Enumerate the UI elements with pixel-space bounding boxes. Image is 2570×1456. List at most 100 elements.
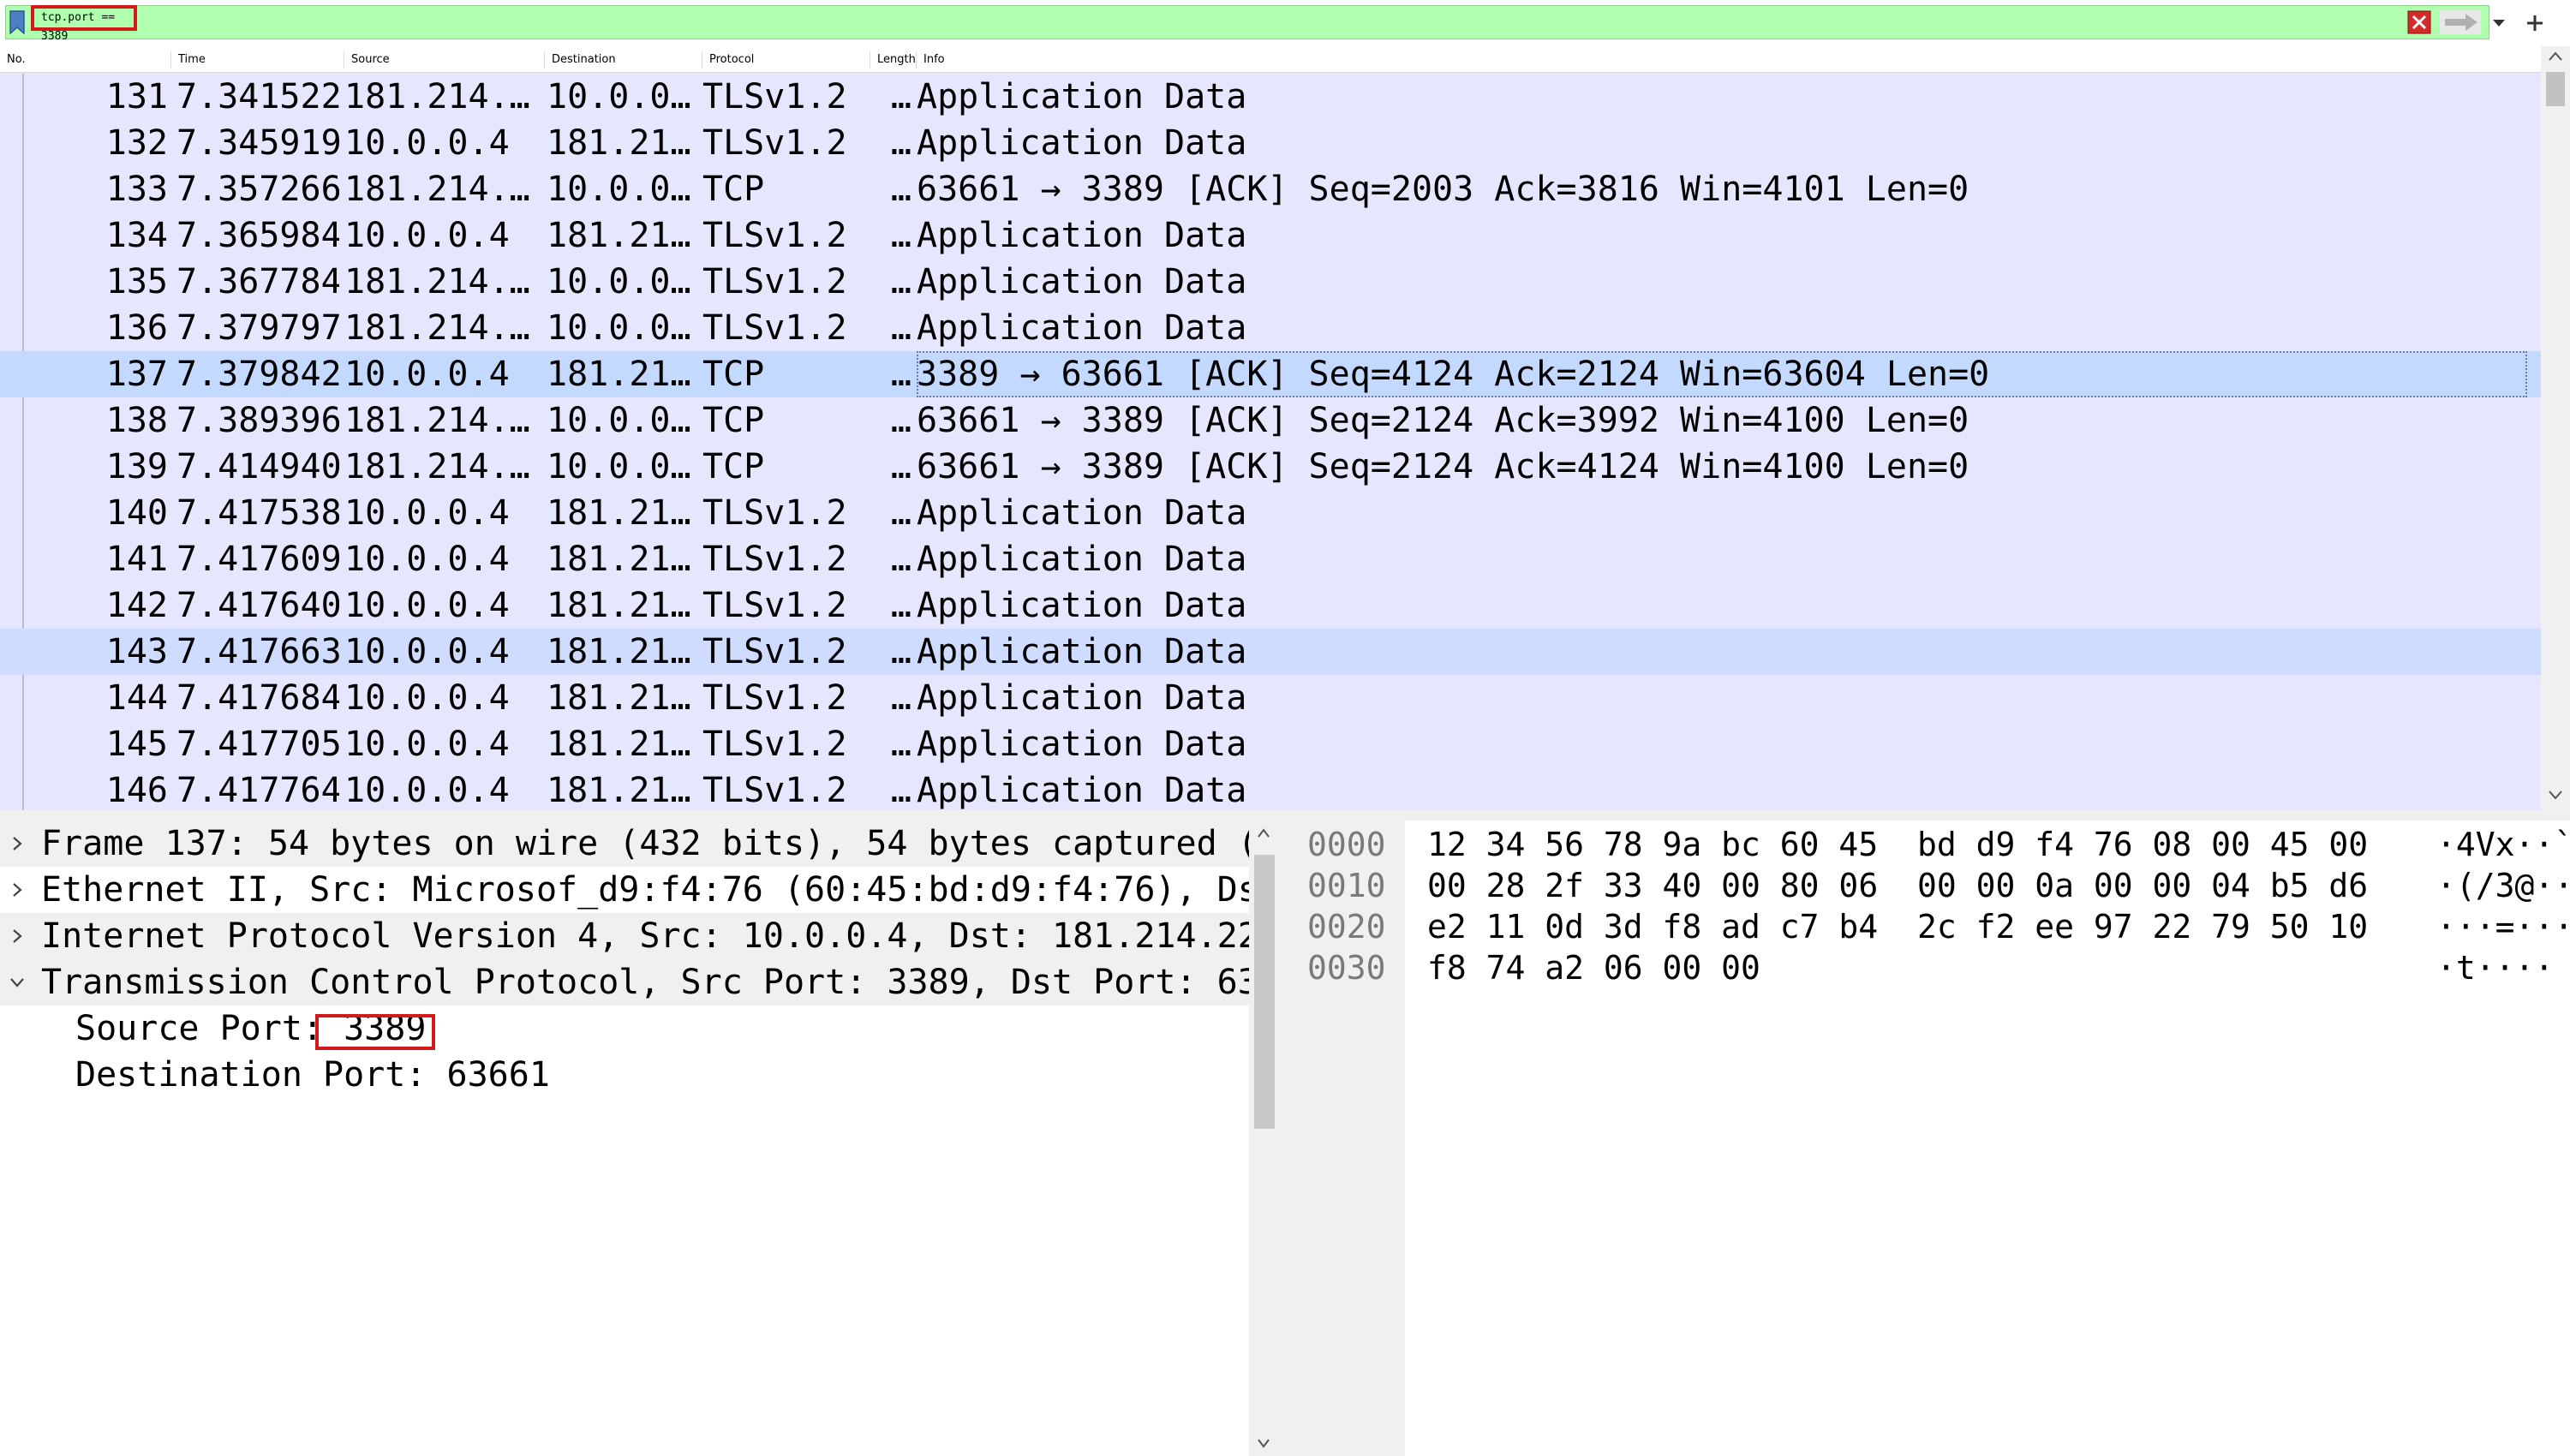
- packet-destination: 10.0.0…: [547, 262, 691, 301]
- packet-info: 63661 → 3389 [ACK] Seq=2003 Ack=3816 Win…: [917, 170, 1969, 209]
- pane-splitter-vertical[interactable]: [1278, 820, 1288, 1456]
- packet-no: 131: [105, 77, 168, 116]
- packet-source: 10.0.0.4: [344, 632, 510, 671]
- chevron-right-icon[interactable]: [9, 835, 26, 852]
- packet-row[interactable]: 146 7.417764 10.0.0.4 181.21… TLSv1.2 … …: [0, 767, 2541, 810]
- packet-length: …: [890, 262, 911, 301]
- packet-destination: 181.21…: [547, 216, 691, 255]
- hex-bytes[interactable]: 12 34 56 78 9a bc 60 45 bd d9 f4 76 08 0…: [1427, 824, 2368, 865]
- packet-length: …: [890, 401, 911, 440]
- packet-list-scroll-thumb[interactable]: [2546, 72, 2565, 106]
- column-header-time[interactable]: Time: [171, 51, 344, 69]
- packet-protocol: TCP: [702, 355, 765, 394]
- packet-no: 138: [105, 401, 168, 440]
- packet-list-scrollbar[interactable]: [2541, 46, 2570, 810]
- packet-row[interactable]: 144 7.417684 10.0.0.4 181.21… TLSv1.2 … …: [0, 675, 2541, 721]
- packet-length: …: [890, 355, 911, 394]
- packet-destination: 10.0.0…: [547, 401, 691, 440]
- packet-row[interactable]: 133 7.357266 181.214.… 10.0.0… TCP … 636…: [0, 166, 2541, 212]
- packet-no: 143: [105, 632, 168, 671]
- display-filter-text[interactable]: tcp.port == 3389: [31, 5, 137, 43]
- packet-row[interactable]: 140 7.417538 10.0.0.4 181.21… TLSv1.2 … …: [0, 490, 2541, 536]
- clear-x-icon[interactable]: [2407, 10, 2431, 34]
- ascii-bytes[interactable]: ·t····: [2436, 947, 2554, 988]
- tree-item-ethernet[interactable]: Ethernet II, Src: Microsof_d9:f4:76 (60:…: [0, 867, 1251, 913]
- packet-row[interactable]: 132 7.345919 10.0.0.4 181.21… TLSv1.2 … …: [0, 120, 2541, 166]
- ascii-bytes[interactable]: ···=···: [2436, 906, 2570, 947]
- packet-length: …: [890, 493, 911, 533]
- packet-source: 10.0.0.4: [344, 771, 510, 810]
- packet-row[interactable]: 134 7.365984 10.0.0.4 181.21… TLSv1.2 … …: [0, 212, 2541, 259]
- column-header-length[interactable]: Length: [870, 51, 917, 69]
- packet-no: 135: [105, 262, 168, 301]
- ascii-bytes[interactable]: ·(/3@··: [2436, 865, 2570, 906]
- column-header-destination[interactable]: Destination: [545, 51, 702, 69]
- packet-source: 10.0.0.4: [344, 586, 510, 625]
- packet-destination: 10.0.0…: [547, 170, 691, 209]
- packet-time: 7.341522: [176, 77, 339, 116]
- packet-source: 10.0.0.4: [344, 540, 510, 579]
- chevron-right-icon[interactable]: [9, 881, 26, 898]
- packet-row[interactable]: 139 7.414940 181.214.… 10.0.0… TCP … 636…: [0, 444, 2541, 490]
- packet-destination: 181.21…: [547, 586, 691, 625]
- packet-info: Application Data: [917, 725, 1247, 764]
- column-header-info[interactable]: Info: [917, 51, 2541, 69]
- scroll-up-icon[interactable]: [2548, 50, 2563, 63]
- chevron-down-icon[interactable]: [2488, 12, 2510, 34]
- ascii-bytes[interactable]: ·4Vx··`: [2436, 824, 2570, 865]
- packet-source: 10.0.0.4: [344, 725, 510, 764]
- plus-icon[interactable]: [2522, 10, 2548, 36]
- packet-time: 7.414940: [176, 447, 339, 486]
- packet-time: 7.357266: [176, 170, 339, 209]
- hex-bytes[interactable]: 00 28 2f 33 40 00 80 06 00 00 0a 00 00 0…: [1427, 865, 2368, 906]
- packet-no: 140: [105, 493, 168, 533]
- byte-offset: 0020: [1307, 908, 1386, 946]
- field-label: Destination Port:: [75, 1055, 427, 1095]
- apply-arrow-icon[interactable]: [2440, 10, 2481, 34]
- chevron-down-icon[interactable]: [9, 974, 26, 991]
- tree-item-frame[interactable]: Frame 137: 54 bytes on wire (432 bits), …: [0, 820, 1251, 867]
- scroll-down-icon[interactable]: [2548, 788, 2563, 802]
- packet-time: 7.417640: [176, 586, 339, 625]
- scroll-up-icon[interactable]: [1257, 827, 1270, 839]
- packet-protocol: TLSv1.2: [702, 308, 847, 348]
- packet-row-selected[interactable]: 137 7.379842 10.0.0.4 181.21… TCP … 3389…: [0, 351, 2541, 397]
- packet-time: 7.365984: [176, 216, 339, 255]
- packet-no: 132: [105, 123, 168, 163]
- tree-item-ipv4[interactable]: Internet Protocol Version 4, Src: 10.0.0…: [0, 913, 1251, 959]
- packet-source: 181.214.…: [344, 447, 530, 486]
- packet-row[interactable]: 141 7.417609 10.0.0.4 181.21… TLSv1.2 … …: [0, 536, 2541, 582]
- packet-info: 3389 → 63661 [ACK] Seq=4124 Ack=2124 Win…: [917, 351, 2527, 397]
- packet-row-hovered[interactable]: 143 7.417663 10.0.0.4 181.21… TLSv1.2 … …: [0, 629, 2541, 675]
- packet-list-pane: No. Time Source Destination Protocol Len…: [0, 46, 2570, 810]
- column-header-source[interactable]: Source: [344, 51, 545, 69]
- packet-protocol: TLSv1.2: [702, 725, 847, 764]
- packet-info: Application Data: [917, 632, 1247, 671]
- details-scrollbar[interactable]: [1249, 820, 1278, 1456]
- scroll-down-icon[interactable]: [1257, 1437, 1270, 1449]
- chevron-right-icon[interactable]: [9, 928, 26, 945]
- packet-time: 7.417538: [176, 493, 339, 533]
- packet-destination: 181.21…: [547, 355, 691, 394]
- column-header-no[interactable]: No.: [0, 51, 171, 69]
- tree-item-tcp[interactable]: Transmission Control Protocol, Src Port:…: [0, 959, 1251, 1005]
- packet-row[interactable]: 142 7.417640 10.0.0.4 181.21… TLSv1.2 … …: [0, 582, 2541, 629]
- details-scroll-thumb[interactable]: [1254, 855, 1275, 1129]
- tree-item-label: Transmission Control Protocol, Src Port:…: [41, 963, 1251, 1002]
- hex-bytes[interactable]: f8 74 a2 06 00 00: [1427, 947, 1760, 988]
- packet-no: 146: [105, 771, 168, 810]
- tree-item-destination-port[interactable]: Destination Port: 63661: [0, 1052, 1251, 1098]
- packet-length: …: [890, 123, 911, 163]
- hex-bytes[interactable]: e2 11 0d 3d f8 ad c7 b4 2c f2 ee 97 22 7…: [1427, 906, 2368, 947]
- packet-row[interactable]: 131 7.341522 181.214.… 10.0.0… TLSv1.2 ……: [0, 74, 2541, 120]
- packet-row[interactable]: 136 7.379797 181.214.… 10.0.0… TLSv1.2 ……: [0, 305, 2541, 351]
- packet-row[interactable]: 138 7.389396 181.214.… 10.0.0… TCP … 636…: [0, 397, 2541, 444]
- packet-row[interactable]: 145 7.417705 10.0.0.4 181.21… TLSv1.2 … …: [0, 721, 2541, 767]
- pane-splitter-horizontal[interactable]: [0, 810, 2570, 820]
- column-header-protocol[interactable]: Protocol: [702, 51, 870, 69]
- packet-row[interactable]: 135 7.367784 181.214.… 10.0.0… TLSv1.2 ……: [0, 259, 2541, 305]
- byte-offset: 0000: [1307, 826, 1386, 863]
- bookmark-icon[interactable]: [9, 10, 26, 34]
- display-filter-input[interactable]: [5, 5, 2489, 39]
- tree-item-source-port[interactable]: Source Port: 3389: [0, 1005, 1251, 1052]
